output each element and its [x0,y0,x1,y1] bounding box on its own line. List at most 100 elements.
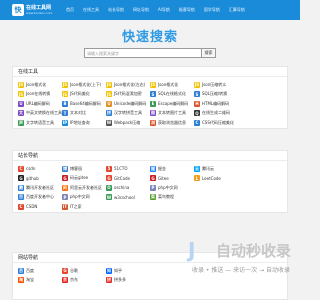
link-label: JS代码混淆加密 [114,91,142,97]
site-icon: 拼 [106,277,112,284]
link-item[interactable]: 知知乎 [106,266,150,276]
link-item[interactable]: E Escape编码解码 [150,99,194,109]
nav-item[interactable]: 网址导航 [133,7,149,13]
nav-item[interactable]: 国学导航 [204,7,220,13]
link-item[interactable]: U URL编码解码 [18,99,62,109]
link-item[interactable]: Ooschina [106,183,150,193]
site-logo[interactable]: 快 在线工具网 www.toolson.com [12,1,60,19]
link-item[interactable]: JS Json格式化(左右) [106,80,150,90]
link-item[interactable]: T 文本对比 [62,109,106,119]
link-label: 文字转语音工具 [26,119,54,125]
link-item[interactable]: L LeetCode [194,174,238,184]
nav-item[interactable]: AI导航 [158,7,170,13]
link-label: LeetCode [202,175,221,181]
section-title: 在线工具 [13,67,287,77]
link-item[interactable]: B Base64编码解码 [62,99,106,109]
link-item[interactable]: 掘掘金 [150,164,194,174]
link-item[interactable]: Ccsdn [18,164,62,174]
link-item[interactable]: G GitCode [106,174,150,184]
link-item[interactable]: 博博客园 [62,164,106,174]
link-label: GitCode [114,175,131,181]
link-item[interactable]: 浏获取浏览器信息 [150,118,194,128]
link-label: Json压缩转义 [202,81,227,87]
link-label: php中文网 [70,194,90,200]
link-item[interactable]: 淘淘宝 [18,276,62,286]
site-icon: G [150,175,156,182]
link-item[interactable]: U Unicode编码解码 [106,99,150,109]
nav-item[interactable]: 站长导航 [108,7,124,13]
watermark-text: 自动秒收录 [216,242,292,260]
site-icon: 百 [18,267,24,274]
link-item[interactable]: Pphp中文网 [62,193,106,203]
link-label: oschina [114,185,130,191]
logo-text: 在线工具网 www.toolson.com [26,5,52,15]
link-item[interactable]: 文中英文转换在线工具 [18,109,62,119]
link-item[interactable]: Ww3cschool [106,193,150,203]
empty-cell [238,90,282,100]
site-icon: H [194,100,200,107]
link-item[interactable]: C CSDN [18,202,62,212]
link-label: 百度开发者中心 [26,194,54,200]
link-item[interactable]: 阿阿里云开发者社区 [62,183,106,193]
link-item[interactable]: JS JS代码混淆加密 [106,90,150,100]
link-item[interactable]: G Gitee [150,174,194,184]
nav-item[interactable]: 首页 [66,7,74,13]
link-item[interactable]: G 码云gitee [62,174,106,184]
link-label: 淘宝 [26,277,34,283]
search-input[interactable]: 请输入搜索关键字 [84,48,202,58]
link-item[interactable]: 京京东 [62,276,106,286]
link-label: 知乎 [114,267,122,273]
link-label: 在线生成二维码 [202,110,230,116]
link-item[interactable]: JS Json在线转换 [18,90,62,100]
link-item[interactable]: 5 51CTO [106,164,150,174]
site-icon: JS [150,81,156,88]
link-item[interactable]: 声文字转语音工具 [18,118,62,128]
site-icon: JS [18,81,24,88]
link-item[interactable]: 菜菜鸟教程 [150,193,194,203]
link-label: 京东 [70,277,78,283]
link-item[interactable]: IT IT之家 [62,202,106,212]
nav-item[interactable]: 在线工具 [83,7,99,13]
search-button[interactable]: 搜索 [202,48,216,58]
site-icon: W [106,194,112,201]
empty-cell [238,109,282,119]
link-item[interactable]: W Webpack压缩 [106,118,150,128]
link-label: 博客园 [70,165,82,171]
site-icon: G [106,175,112,182]
site-icon: JS [106,81,112,88]
link-item[interactable]: Ggithub [18,174,62,184]
link-item[interactable]: 百百度开发者中心 [18,193,62,203]
link-item[interactable]: 腾腾讯开发者社区 [18,183,62,193]
link-item[interactable]: IP IP地址查询 [62,118,106,128]
link-label: CSS代码压缩美化 [202,119,234,125]
link-item[interactable]: 百百度 [18,266,62,276]
link-item[interactable]: 云腾讯云 [194,164,238,174]
link-item[interactable]: JS Json格式化 [150,80,194,90]
nav-item[interactable]: 汇算导航 [229,7,245,13]
link-item[interactable]: 拼汉字转拼音工具 [106,109,150,119]
site-icon: W [106,119,112,126]
logo-url: www.toolson.com [26,11,53,15]
link-item[interactable]: 拼拼多多 [106,276,150,286]
link-item[interactable]: S SQL在线格式化 [150,90,194,100]
section-online-tools: 在线工具 JS Json格式化 JS Json格式化(上下) JS Json格式化(左右)… [12,66,288,129]
link-item[interactable]: JS Json格式化(上下) [62,80,106,90]
link-item[interactable]: H HTML编码解码 [194,99,238,109]
link-item[interactable]: JS JS代码美化 [62,90,106,100]
link-label: IT之家 [70,203,82,209]
site-icon: IT [62,203,68,210]
watermark: J 自动秒收录 收录 • 推送 — 来访一次 → 自动收录 [188,238,296,278]
link-item[interactable]: Q 在线生成二维码 [194,109,238,119]
link-item[interactable]: JS Json压缩转义 [194,80,238,90]
link-item[interactable]: G 谷歌 [62,266,106,276]
nav-item[interactable]: 极客导航 [179,7,195,13]
link-item[interactable]: Pphp中文网 [150,183,194,193]
link-item[interactable]: JS Json格式化 [18,80,62,90]
link-item[interactable]: 图文本转图片工具 [150,109,194,119]
link-label: Webpack压缩 [114,119,141,125]
link-label: Json格式化(上下) [70,81,102,87]
link-item[interactable]: C CSS代码压缩美化 [194,118,238,128]
link-item[interactable]: S SQL压缩/转换 [194,90,238,100]
link-label: SQL在线格式化 [158,91,186,97]
site-icon: E [150,100,156,107]
